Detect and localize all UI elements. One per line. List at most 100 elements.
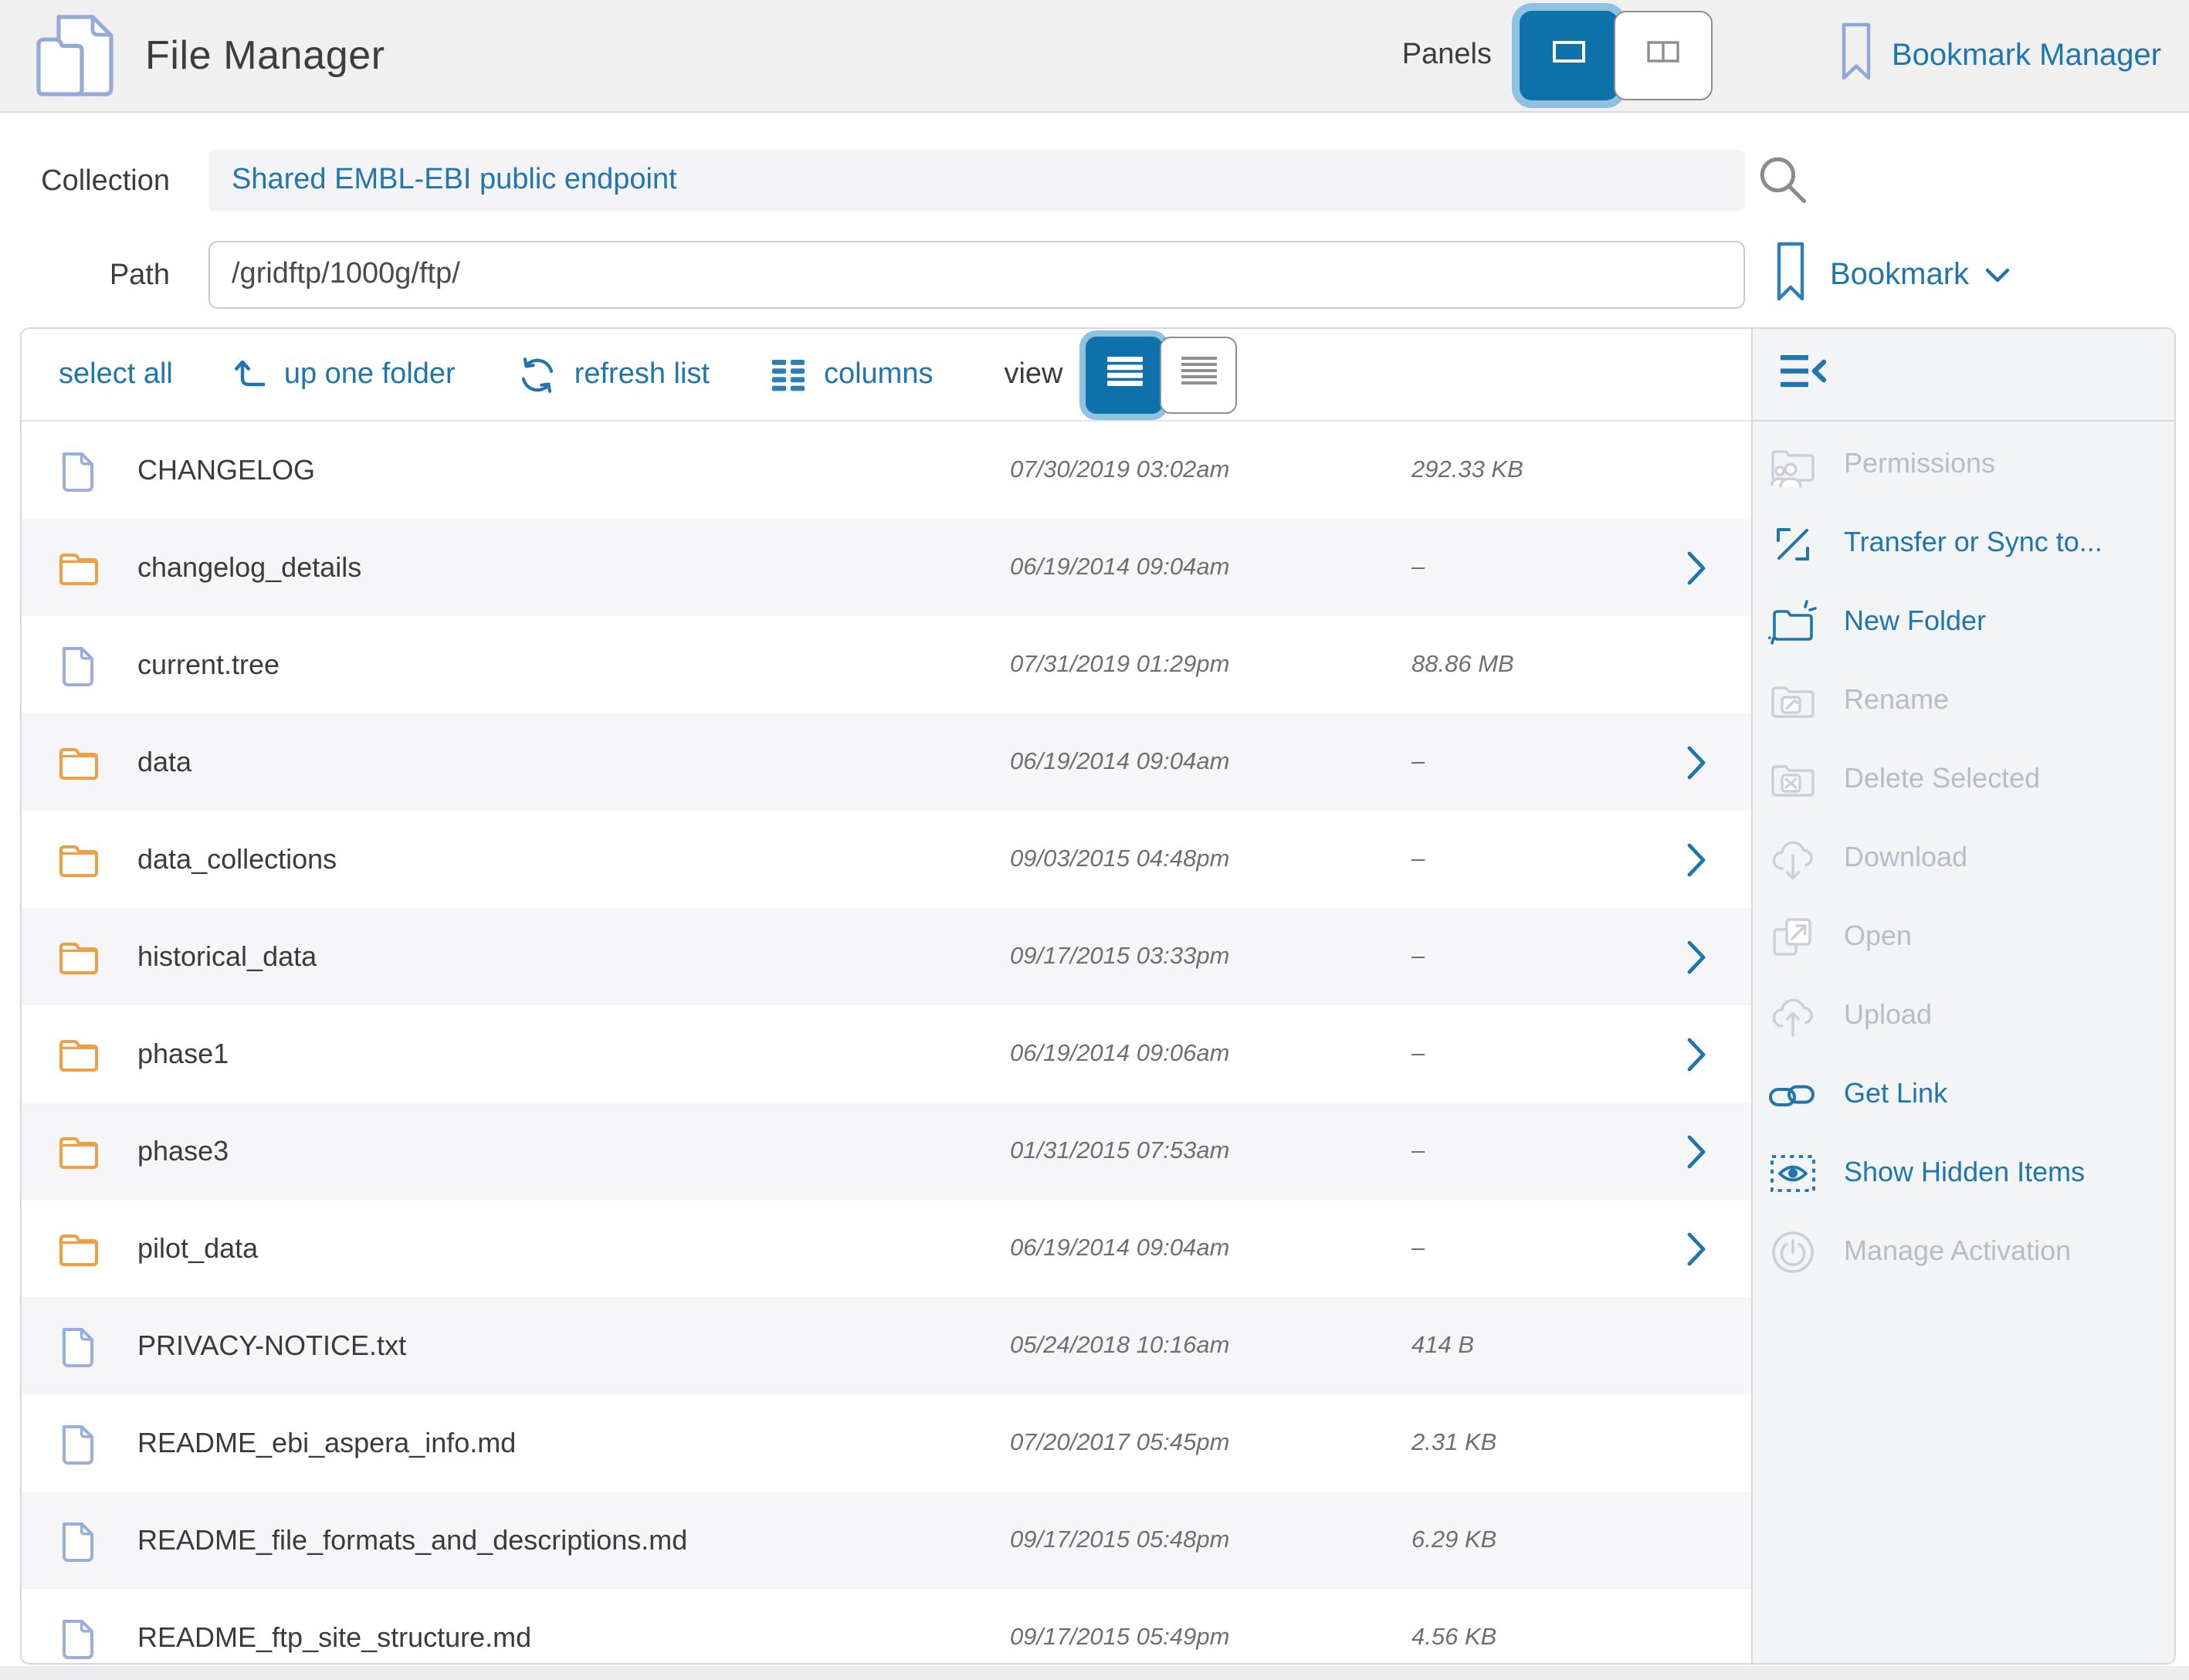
dual-panel-icon (1646, 40, 1680, 71)
sidebar-item-transfer-or-sync-to[interactable]: Transfer or Sync to... (1753, 503, 2174, 582)
page-title: File Manager (145, 32, 385, 80)
file-name: CHANGELOG (137, 454, 315, 486)
folder-icon (59, 1133, 99, 1170)
file-manager-page: File Manager Panels Bookmark Manager Col… (0, 0, 2189, 1680)
file-modified-date: 07/31/2019 01:29pm (1010, 651, 1229, 679)
file-name: README_ebi_aspera_info.md (137, 1427, 516, 1459)
file-size: – (1411, 845, 1425, 873)
refresh-list-label: refresh list (574, 357, 710, 391)
folder-row[interactable]: pilot_data06/19/2014 09:04am– (22, 1200, 1751, 1297)
sidebar-item-label: Get Link (1844, 1078, 1947, 1110)
file-size: 414 B (1411, 1332, 1474, 1360)
compact-view-button[interactable] (1161, 336, 1238, 413)
bookmark-manager-link[interactable]: Bookmark Manager (1841, 0, 2161, 111)
file-name: pilot_data (137, 1232, 258, 1265)
file-row[interactable]: README_file_formats_and_descriptions.md0… (22, 1492, 1751, 1589)
columns-icon (771, 356, 807, 393)
panel-count-toggle (1520, 11, 1713, 100)
sidebar-item-show-hidden-items[interactable]: Show Hidden Items (1753, 1133, 2174, 1212)
file-size: – (1411, 943, 1425, 970)
file-name: historical_data (137, 940, 317, 973)
select-all-button[interactable]: select all (59, 357, 173, 391)
collection-field[interactable]: Shared EMBL-EBI public endpoint (208, 150, 1745, 212)
file-manager-icon (34, 11, 117, 108)
sidebar-item-get-link[interactable]: Get Link (1753, 1055, 2174, 1133)
refresh-list-button[interactable]: refresh list (517, 354, 710, 395)
collapse-panel-icon[interactable] (1777, 351, 1830, 400)
file-size: 2.31 KB (1411, 1429, 1496, 1457)
folder-row[interactable]: data_collections09/03/2015 04:48pm– (22, 811, 1751, 908)
file-name: current.tree (137, 649, 280, 681)
sidebar-item-new-folder[interactable]: New Folder (1753, 582, 2174, 661)
file-row[interactable]: PRIVACY-NOTICE.txt 05/24/2018 10:16am 414 … (22, 1297, 1751, 1394)
file-size: 88.86 MB (1411, 651, 1514, 679)
file-list-pane: select all up one folder refresh list (22, 329, 1751, 1663)
file-row[interactable]: CHANGELOG07/30/2019 03:02am292.33 KB (22, 422, 1751, 519)
chevron-right-icon[interactable] (1686, 1036, 1706, 1072)
chevron-right-icon[interactable] (1686, 1231, 1706, 1266)
file-size: 6.29 KB (1411, 1526, 1496, 1554)
folder-row[interactable]: data06/19/2014 09:04am– (22, 713, 1751, 811)
search-icon[interactable] (1757, 154, 1810, 207)
sidebar-item-download: Download (1753, 818, 2174, 897)
file-name: README_ftp_site_structure.md (137, 1621, 531, 1654)
folder-row[interactable]: changelog_details06/19/2014 09:04am– (22, 519, 1751, 616)
sidebar-item-delete-selected: Delete Selected (1753, 740, 2174, 818)
sidebar-divider (1753, 420, 2174, 422)
list-view-button[interactable] (1086, 336, 1164, 413)
file-row[interactable]: current.tree 07/31/2019 01:29pm 88.86 MB (22, 616, 1751, 713)
bookmark-manager-label: Bookmark Manager (1892, 38, 2161, 73)
folder-icon (59, 743, 99, 781)
file-name: PRIVACY-NOTICE.txt (137, 1329, 406, 1362)
up-one-folder-button[interactable]: up one folder (232, 357, 456, 392)
folder-row[interactable]: phase301/31/2015 07:53am– (22, 1102, 1751, 1200)
actions-list: Permissions Transfer or Sync to...New Fol… (1753, 425, 2174, 1291)
file-size: – (1411, 748, 1425, 776)
sidebar-item-label: Show Hidden Items (1844, 1157, 2085, 1189)
file-icon (59, 1616, 97, 1659)
new-folder-icon (1762, 598, 1824, 645)
chevron-right-icon[interactable] (1686, 939, 1706, 974)
file-size: 4.56 KB (1411, 1624, 1496, 1651)
chevron-right-icon[interactable] (1686, 1133, 1706, 1169)
folder-row[interactable]: historical_data09/17/2015 03:33pm– (22, 908, 1751, 1005)
folder-row[interactable]: phase106/19/2014 09:06am– (22, 1005, 1751, 1102)
sidebar-item-label: Download (1844, 842, 1967, 874)
file-icon (59, 643, 97, 686)
file-modified-date: 09/17/2015 05:49pm (1010, 1624, 1229, 1651)
actions-sidebar: Permissions Transfer or Sync to...New Fol… (1751, 329, 2174, 1663)
file-name: data (137, 746, 191, 778)
single-panel-button[interactable] (1520, 11, 1618, 100)
columns-label: columns (824, 357, 934, 391)
permissions-icon (1762, 441, 1824, 487)
file-icon (59, 1519, 97, 1562)
file-row[interactable]: README_ebi_aspera_info.md07/20/2017 05:4… (22, 1394, 1751, 1492)
dual-panel-button[interactable] (1614, 11, 1713, 100)
bookmark-dropdown[interactable]: Bookmark (1776, 241, 2011, 309)
show-hidden-icon (1762, 1150, 1824, 1196)
bookmark-label: Bookmark (1830, 257, 1969, 293)
file-name: README_file_formats_and_descriptions.md (137, 1524, 687, 1556)
folder-icon (59, 1230, 99, 1267)
sidebar-item-label: Permissions (1844, 448, 1995, 480)
panels-label: Panels (1328, 39, 1492, 73)
sidebar-item-rename: Rename (1753, 661, 2174, 740)
sidebar-item-upload: Upload (1753, 976, 2174, 1055)
file-icon (59, 449, 97, 492)
file-icon (59, 1421, 97, 1465)
chevron-right-icon[interactable] (1686, 842, 1706, 877)
bookmark-icon (1776, 240, 1805, 310)
chevron-right-icon[interactable] (1686, 550, 1706, 585)
file-size: – (1411, 1235, 1425, 1262)
file-name: data_collections (137, 843, 337, 876)
view-label: view (1004, 357, 1062, 391)
path-input[interactable] (208, 241, 1745, 309)
file-row[interactable]: README_ftp_site_structure.md 09/17/2015 0… (22, 1589, 1751, 1665)
file-browser-panel: select all up one folder refresh list (20, 327, 2176, 1665)
file-modified-date: 06/19/2014 09:06am (1010, 1040, 1229, 1068)
sidebar-item-label: Open (1844, 920, 1912, 953)
columns-button[interactable]: columns (771, 356, 934, 393)
chevron-right-icon[interactable] (1686, 744, 1706, 780)
file-modified-date: 05/24/2018 10:16am (1010, 1332, 1229, 1360)
select-all-label: select all (59, 357, 173, 391)
